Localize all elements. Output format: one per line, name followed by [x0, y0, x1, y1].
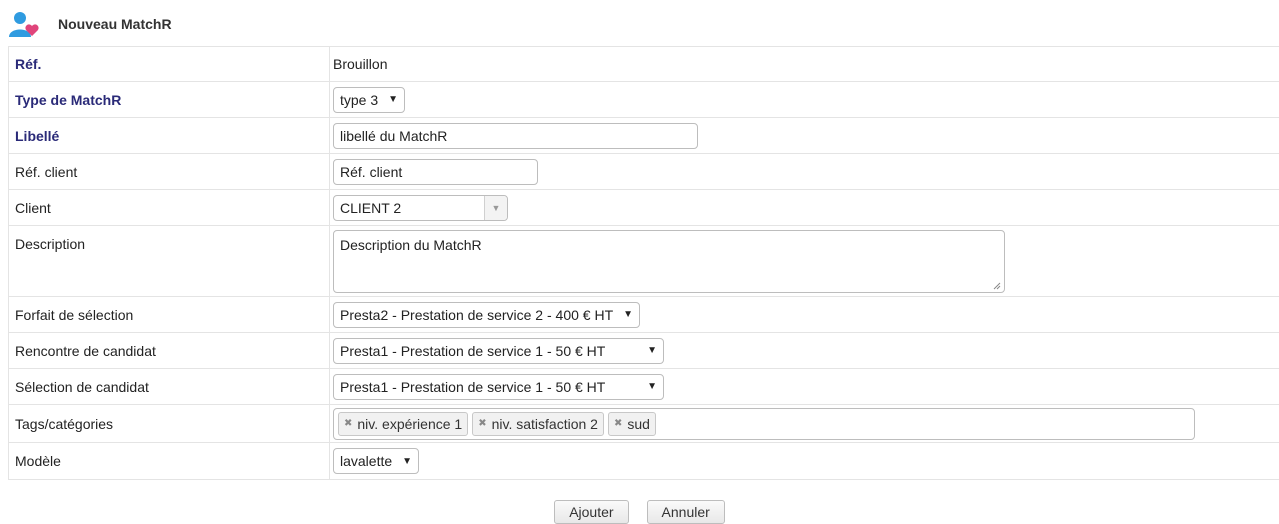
ref-client-input[interactable]: Réf. client	[333, 159, 538, 185]
selection-select-value: Presta1 - Prestation de service 1 - 50 €…	[340, 379, 605, 395]
tag-label: niv. expérience 1	[357, 416, 462, 432]
resize-grip-icon[interactable]	[993, 282, 1001, 290]
row-forfait: Forfait de sélection Presta2 - Prestatio…	[9, 297, 1279, 333]
user-heart-icon	[8, 10, 42, 38]
tag-chip[interactable]: ✖ niv. expérience 1	[338, 412, 468, 436]
row-selection: Sélection de candidat Presta1 - Prestati…	[9, 369, 1279, 405]
selection-label: Sélection de candidat	[9, 369, 330, 405]
type-label: Type de MatchR	[9, 82, 330, 118]
ref-client-label: Réf. client	[9, 154, 330, 190]
chevron-down-icon[interactable]: ▼	[484, 196, 507, 220]
remove-tag-icon[interactable]: ✖	[478, 418, 486, 429]
modele-select[interactable]: lavalette ▼	[333, 448, 419, 474]
remove-tag-icon[interactable]: ✖	[614, 418, 622, 429]
tag-chip[interactable]: ✖ niv. satisfaction 2	[472, 412, 604, 436]
client-value: CLIENT 2	[340, 200, 401, 216]
forfait-select-value: Presta2 - Prestation de service 2 - 400 …	[340, 307, 613, 323]
rencontre-label: Rencontre de candidat	[9, 333, 330, 369]
tag-label: sud	[627, 416, 650, 432]
row-modele: Modèle lavalette ▼	[9, 443, 1279, 480]
modele-select-value: lavalette	[340, 453, 392, 469]
selection-select[interactable]: Presta1 - Prestation de service 1 - 50 €…	[333, 374, 664, 400]
description-textarea[interactable]: Description du MatchR	[333, 230, 1005, 293]
type-select-value: type 3	[340, 92, 378, 108]
libelle-label: Libellé	[9, 118, 330, 154]
ref-label: Réf.	[9, 47, 330, 82]
row-type: Type de MatchR type 3 ▼	[9, 82, 1279, 118]
row-libelle: Libellé libellé du MatchR	[9, 118, 1279, 154]
description-text: Description du MatchR	[340, 237, 482, 253]
form-actions: Ajouter Annuler	[0, 500, 1279, 524]
dropdown-arrow-icon: ▼	[647, 381, 657, 392]
tags-label: Tags/catégories	[9, 405, 330, 443]
tag-label: niv. satisfaction 2	[492, 416, 598, 432]
page-title: Nouveau MatchR	[58, 16, 172, 32]
libelle-input[interactable]: libellé du MatchR	[333, 123, 698, 149]
dropdown-arrow-icon: ▼	[388, 94, 398, 105]
remove-tag-icon[interactable]: ✖	[344, 418, 352, 429]
client-combobox[interactable]: CLIENT 2 ▼	[333, 195, 508, 221]
modele-label: Modèle	[9, 443, 330, 480]
add-button[interactable]: Ajouter	[554, 500, 628, 524]
rencontre-select-value: Presta1 - Prestation de service 1 - 50 €…	[340, 343, 605, 359]
tags-input[interactable]: ✖niv. expérience 1 ✖niv. satisfaction 2 …	[333, 408, 1195, 440]
tag-chip[interactable]: ✖ sud	[608, 412, 656, 436]
forfait-label: Forfait de sélection	[9, 297, 330, 333]
row-description: Description Description du MatchR	[9, 226, 1279, 297]
row-client: Client CLIENT 2 ▼	[9, 190, 1279, 226]
rencontre-select[interactable]: Presta1 - Prestation de service 1 - 50 €…	[333, 338, 664, 364]
description-label: Description	[9, 226, 330, 297]
matchr-form: Réf. Brouillon Type de MatchR type 3 ▼ L…	[8, 46, 1279, 480]
ref-value: Brouillon	[330, 47, 1279, 82]
type-select[interactable]: type 3 ▼	[333, 87, 405, 113]
client-label: Client	[9, 190, 330, 226]
page-header: Nouveau MatchR	[8, 10, 172, 38]
row-rencontre: Rencontre de candidat Presta1 - Prestati…	[9, 333, 1279, 369]
dropdown-arrow-icon: ▼	[647, 345, 657, 356]
cancel-button[interactable]: Annuler	[647, 500, 725, 524]
row-tags: Tags/catégories ✖ niv. expérience 1 ✖ niv.…	[9, 405, 1279, 443]
row-ref: Réf. Brouillon	[9, 47, 1279, 82]
dropdown-arrow-icon: ▼	[623, 309, 633, 320]
row-ref-client: Réf. client Réf. client	[9, 154, 1279, 190]
dropdown-arrow-icon: ▼	[402, 456, 412, 467]
forfait-select[interactable]: Presta2 - Prestation de service 2 - 400 …	[333, 302, 640, 328]
